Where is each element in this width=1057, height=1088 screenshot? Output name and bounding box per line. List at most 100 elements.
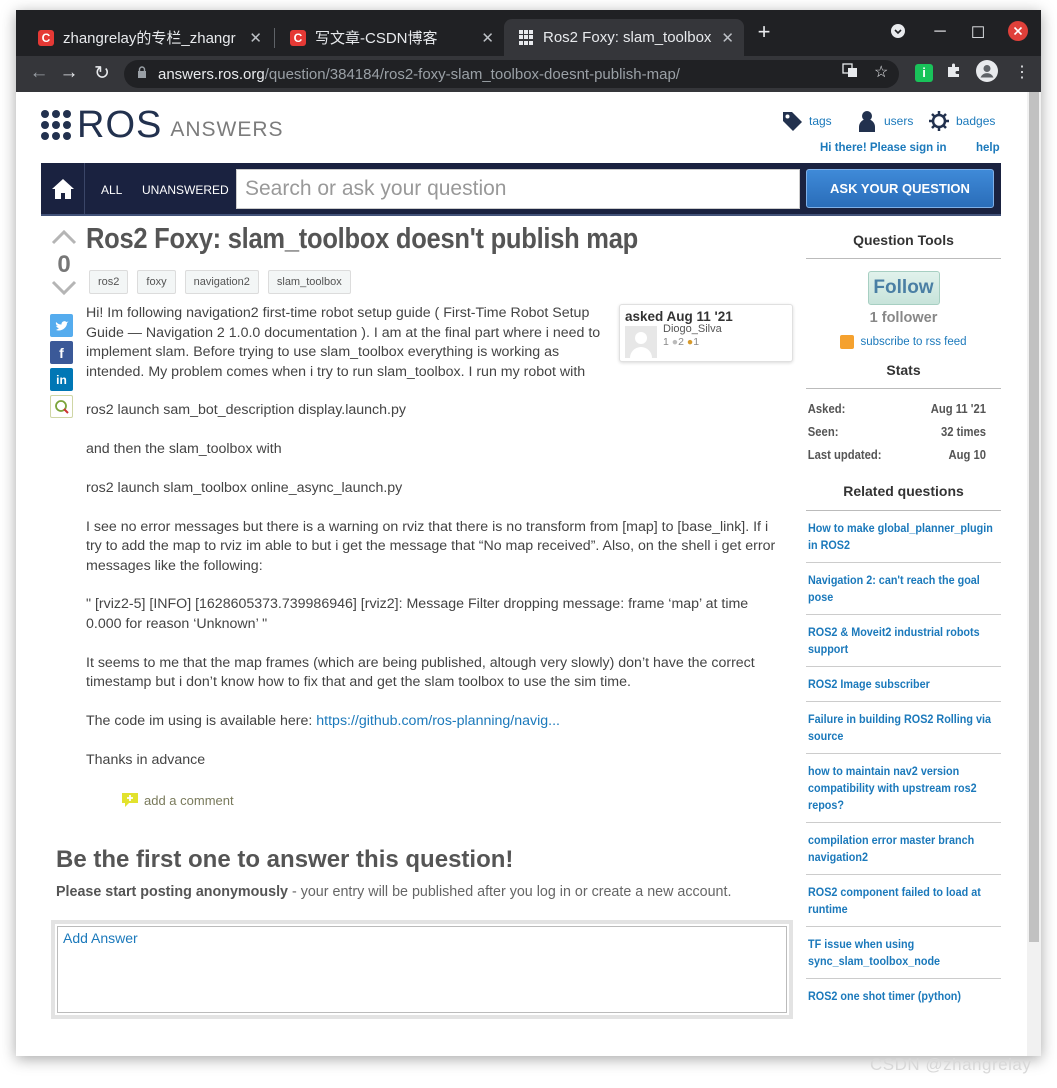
vote-count: 0: [57, 251, 71, 278]
identica-share-icon[interactable]: [50, 395, 73, 418]
tab-close-icon[interactable]: ✕: [721, 29, 734, 47]
follow-button[interactable]: Follow: [867, 271, 940, 305]
upvote-arrow-icon[interactable]: [51, 229, 77, 245]
question-tools-heading: Question Tools: [853, 232, 954, 248]
scrollbar-thumb[interactable]: [1029, 92, 1039, 942]
facebook-share-icon[interactable]: f: [50, 341, 73, 364]
tab-csdn-column[interactable]: C zhangrelay的专栏_zhangr ✕: [24, 19, 272, 56]
logo-answers-text: ANSWERS: [170, 118, 284, 141]
ros-favicon: [518, 29, 534, 46]
question-title[interactable]: Ros2 Foxy: slam_toolbox doesn't publish …: [86, 223, 638, 256]
question-tags: ros2 foxy navigation2 slam_toolbox: [89, 270, 351, 294]
bookmark-star-icon[interactable]: ☆: [874, 62, 888, 82]
related-question-link[interactable]: ROS2 & Moveit2 industrial robots support: [806, 615, 1001, 667]
answer-heading: Be the first one to answer this question…: [56, 846, 514, 873]
home-icon: [51, 178, 74, 199]
logo-ros-text: ROS: [77, 104, 163, 146]
nav-unanswered-tab[interactable]: UNANSWERED: [142, 183, 229, 197]
sidebar-divider: [806, 258, 1001, 259]
chrome-menu-icon[interactable]: ⋮: [1014, 62, 1030, 82]
share-buttons: f in: [50, 314, 73, 422]
home-button[interactable]: [41, 163, 85, 214]
answer-subtext: Please start posting anonymously - your …: [56, 884, 732, 900]
new-tab-icon[interactable]: +: [752, 19, 776, 45]
translate-icon[interactable]: [842, 62, 858, 83]
tab-close-icon[interactable]: ✕: [249, 29, 262, 47]
tag-icon: [783, 112, 802, 131]
reload-icon[interactable]: ↻: [89, 62, 115, 85]
related-question-link[interactable]: ROS2 one shot timer (python): [806, 979, 1001, 1013]
related-question-link[interactable]: compilation error master branch navigati…: [806, 823, 1001, 875]
related-questions-heading: Related questions: [843, 483, 964, 499]
sidebar-divider: [806, 388, 1001, 389]
github-link[interactable]: https://github.com/ros-planning/navig...: [316, 713, 560, 729]
browser-window: C zhangrelay的专栏_zhangr ✕ C 写文章-CSDN博客 ✕ …: [16, 10, 1041, 1056]
tab-strip: C zhangrelay的专栏_zhangr ✕ C 写文章-CSDN博客 ✕ …: [16, 10, 1041, 56]
twitter-share-icon[interactable]: [50, 314, 73, 337]
minimize-icon[interactable]: ─: [928, 23, 952, 41]
address-bar[interactable]: answers.ros.org/question/384184/ros2-fox…: [124, 60, 899, 88]
sidebar: Question Tools Follow 1 follower subscri…: [806, 232, 1001, 1013]
forward-arrow-icon[interactable]: →: [56, 62, 82, 84]
sign-in-link[interactable]: Hi there! Please sign in: [820, 142, 947, 154]
related-question-link[interactable]: Navigation 2: can't reach the goal pose: [806, 563, 1001, 615]
question-paragraph: ros2 launch slam_toolbox online_async_la…: [86, 479, 403, 496]
stat-asked: Asked: Aug 11 '21: [807, 401, 986, 416]
profile-avatar-icon[interactable]: [976, 60, 998, 87]
related-question-link[interactable]: TF issue when using sync_slam_toolbox_no…: [806, 927, 1001, 979]
csdn-favicon: C: [38, 29, 54, 46]
related-question-link[interactable]: ROS2 Image subscriber: [806, 667, 1001, 702]
related-question-link[interactable]: ROS2 component failed to load at runtime: [806, 875, 1001, 927]
tab-csdn-write[interactable]: C 写文章-CSDN博客 ✕: [276, 19, 504, 56]
rss-icon: [840, 335, 855, 349]
answer-editor[interactable]: Add Answer: [51, 920, 793, 1019]
tag-foxy[interactable]: foxy: [137, 270, 176, 294]
badges-link[interactable]: badges: [928, 110, 995, 132]
main-navbar: ALL UNANSWERED ASK YOUR QUESTION: [41, 163, 1001, 216]
tag-slam-toolbox[interactable]: slam_toolbox: [267, 270, 351, 294]
related-question-link[interactable]: How to make global_planner_plugin in ROS…: [806, 511, 1001, 563]
answer-editor-inner: [57, 926, 787, 1013]
tab-divider: [274, 28, 275, 48]
add-comment-link[interactable]: add a comment: [121, 792, 234, 808]
question-paragraph: I see no error messages but there is a w…: [86, 518, 776, 574]
downvote-arrow-icon[interactable]: [51, 280, 77, 296]
code-paragraph: The code im using is available here: htt…: [86, 713, 560, 730]
stat-seen: Seen: 32 times: [807, 424, 986, 439]
window-close-icon[interactable]: [1006, 21, 1030, 46]
question-paragraph: " [rviz2-5] [INFO] [1628605373.739986946…: [86, 596, 749, 632]
tab-ros-answers[interactable]: Ros2 Foxy: slam_toolbox d ✕: [504, 19, 744, 56]
help-link[interactable]: help: [976, 142, 1000, 154]
ros-logo-dots: [41, 110, 71, 140]
related-question-link[interactable]: Failure in building ROS2 Rolling via sou…: [806, 702, 1001, 754]
extension-icon[interactable]: i: [915, 64, 933, 82]
badge-icon: [929, 111, 949, 131]
tags-link[interactable]: tags: [781, 110, 832, 132]
nav-all-tab[interactable]: ALL: [101, 183, 122, 197]
comment-plus-icon: [122, 793, 138, 807]
ask-question-button[interactable]: ASK YOUR QUESTION: [806, 169, 994, 208]
maximize-icon[interactable]: ☐: [966, 23, 990, 43]
linkedin-share-icon[interactable]: in: [50, 368, 73, 391]
tag-navigation2[interactable]: navigation2: [184, 270, 259, 294]
related-question-link[interactable]: how to maintain nav2 version compatibili…: [806, 754, 1001, 823]
tab-search-icon[interactable]: [886, 23, 910, 44]
question-paragraph: ros2 launch sam_bot_description display.…: [86, 402, 406, 419]
tab-title: Ros2 Foxy: slam_toolbox d: [543, 29, 714, 46]
user-icon: [859, 111, 875, 132]
rss-subscribe-link[interactable]: subscribe to rss feed: [806, 335, 1001, 349]
back-arrow-icon[interactable]: ←: [26, 62, 52, 84]
users-link[interactable]: users: [856, 110, 913, 132]
tab-title: 写文章-CSDN博客: [315, 30, 438, 47]
page-scrollbar[interactable]: [1027, 92, 1041, 1056]
stats-heading: Stats: [886, 362, 921, 378]
ros-answers-logo[interactable]: ROS ANSWERS: [41, 106, 284, 144]
thanks-paragraph: Thanks in advance: [86, 751, 206, 768]
extensions-puzzle-icon[interactable]: [946, 62, 962, 83]
add-answer-label[interactable]: Add Answer: [63, 930, 138, 946]
follower-count: 1 follower: [869, 310, 938, 326]
browser-toolbar: ← → ↻ answers.ros.org/question/384184/ro…: [16, 56, 1041, 92]
tag-ros2[interactable]: ros2: [89, 270, 129, 294]
search-input[interactable]: [237, 170, 799, 208]
tab-close-icon[interactable]: ✕: [481, 29, 494, 47]
